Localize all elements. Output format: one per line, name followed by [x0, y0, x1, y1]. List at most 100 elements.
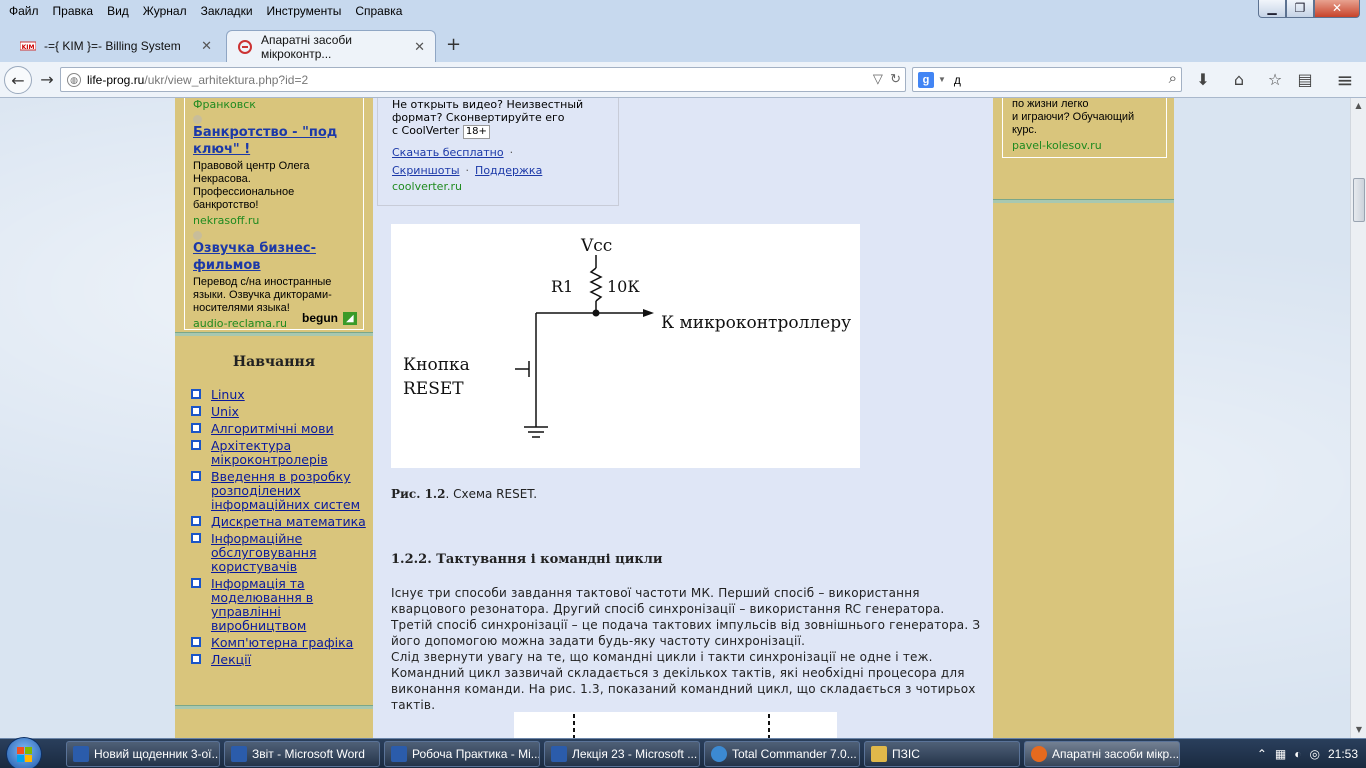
command-cycle-figure — [514, 712, 837, 738]
sidebar-link[interactable]: Комп'ютерна графіка — [211, 635, 353, 650]
download-link[interactable]: Скачать бесплатно — [392, 146, 504, 159]
tab-close-icon[interactable]: ✕ — [414, 39, 425, 55]
taskbar-item[interactable]: Новий щоденник 3-ої... — [66, 741, 220, 767]
download-icon[interactable]: ⬇ — [1191, 68, 1215, 92]
menu-hamburger-icon[interactable]: ≡ — [1333, 68, 1357, 92]
divider — [175, 332, 373, 336]
ad-host[interactable]: pavel-kolesov.ru — [1012, 139, 1157, 152]
taskbar-item[interactable]: Звіт - Microsoft Word — [224, 741, 380, 767]
bullet-square-icon — [191, 533, 201, 543]
ad-host[interactable]: coolverter.ru — [392, 180, 604, 193]
bookmark-star-icon[interactable]: ☆ — [1263, 68, 1287, 92]
taskbar-label: Новий щоденник 3-ої... — [94, 747, 220, 761]
taskbar-label: Лекція 23 - Microsoft ... — [572, 747, 698, 761]
search-icon[interactable]: ⌕ — [1169, 70, 1177, 87]
search-value: д — [953, 72, 961, 87]
sidebar-item-mcu-architecture: Архітектура мікроконтролерів — [191, 439, 371, 467]
taskbar-label: Робоча Практика - Mi... — [412, 747, 540, 761]
start-button[interactable] — [6, 737, 42, 768]
restore-icon[interactable]: ❐ — [1286, 0, 1314, 18]
ad-description: Перевод с/на иностранные языки. Озвучка … — [193, 276, 332, 314]
begun-logo-icon: ◢ — [343, 311, 357, 325]
screenshots-link[interactable]: Скриншоты — [392, 164, 460, 177]
word-icon — [391, 746, 407, 762]
sidebar-link[interactable]: Алгоритмічні мови — [211, 421, 334, 436]
sidebar-heading: Навчання — [232, 354, 316, 370]
sidebar-link[interactable]: Архітектура мікроконтролерів — [211, 438, 328, 467]
ad-line: по жизни легко — [1012, 98, 1089, 110]
forward-arrow-icon[interactable]: → — [33, 66, 61, 94]
clock[interactable]: 21:53 — [1328, 747, 1358, 761]
taskbar-item-active[interactable]: Апаратні засоби мікр... — [1024, 741, 1180, 767]
scroll-down-icon[interactable]: ▼ — [1351, 722, 1366, 738]
taskbar-item[interactable]: Робоча Практика - Mi... — [384, 741, 540, 767]
globe-icon: ◍ — [67, 72, 81, 87]
menu-file[interactable]: Файл — [8, 4, 40, 18]
system-tray: ⌃ ▦ ◐ ◎ 21:53 — [1257, 739, 1366, 768]
begun-logo[interactable]: begun ◢ — [302, 311, 357, 325]
sidebar-item-info-modeling: Інформація та моделювання в управлінні в… — [191, 577, 371, 633]
tab-billing[interactable]: KIM -={ KIM }=- Billing System ✕ — [10, 30, 222, 62]
scroll-thumb[interactable] — [1353, 178, 1365, 222]
windows-taskbar: Новий щоденник 3-ої... Звіт - Microsoft … — [0, 737, 1366, 768]
paragraph-1: Існує три способи завдання тактової част… — [391, 586, 981, 648]
bookmarks-list-icon[interactable]: ▤ — [1293, 68, 1317, 92]
google-icon[interactable]: g — [918, 71, 934, 88]
r1-label: R1 — [551, 277, 573, 296]
tray-expand-icon[interactable]: ⌃ — [1257, 747, 1267, 761]
sidebar-link[interactable]: Інформація та моделювання в управлінні в… — [211, 576, 313, 633]
taskbar-item[interactable]: ПЗІС — [864, 741, 1020, 767]
ad-line-text: с CoolVerter — [392, 124, 460, 137]
sidebar-link[interactable]: Лекції — [211, 652, 251, 667]
tab-active-page[interactable]: Апаратні засоби мікроконтр... ✕ — [226, 30, 436, 62]
chevron-down-icon[interactable]: ▼ — [938, 75, 946, 84]
reset-schematic-figure: Vcc R1 10К К микроконтроллеру Кнопка RES… — [391, 224, 860, 468]
vertical-scrollbar[interactable]: ▲ ▼ — [1350, 98, 1366, 738]
ad-host[interactable]: Франковск — [193, 98, 355, 111]
volume-icon[interactable]: ◐ — [1294, 747, 1301, 761]
sidebar-item-algorithmic-languages: Алгоритмічні мови — [191, 422, 371, 436]
firefox-icon — [1031, 746, 1047, 762]
sidebar-link[interactable]: Інформаційне обслуговування користувачів — [211, 531, 317, 574]
sidebar-link[interactable]: Дискретна математика — [211, 514, 366, 529]
support-link[interactable]: Поддержка — [475, 164, 542, 177]
info-icon[interactable] — [193, 231, 202, 240]
network-icon[interactable]: ▦ — [1275, 747, 1286, 761]
menu-tools[interactable]: Инструменты — [266, 4, 343, 18]
sidebar-nav-list: Linux Unix Алгоритмічні мови Архітектура… — [191, 388, 371, 670]
close-window-icon[interactable]: ✕ — [1314, 0, 1360, 18]
scroll-up-icon[interactable]: ▲ — [1351, 98, 1366, 114]
new-tab-icon[interactable]: + — [446, 34, 461, 55]
taskbar-item[interactable]: Total Commander 7.0... — [704, 741, 860, 767]
ad-host[interactable]: nekrasoff.ru — [193, 214, 355, 227]
menu-help[interactable]: Справка — [354, 4, 403, 18]
url-input[interactable]: ◍ life-prog.ru/ukr/view_arhitektura.php?… — [60, 67, 906, 92]
reload-icon[interactable]: ▽ ↻ — [873, 71, 901, 87]
back-arrow-icon[interactable]: ← — [4, 66, 32, 94]
menu-bookmarks[interactable]: Закладки — [200, 4, 254, 18]
figure-caption: Рис. 1.2. Схема RESET. — [391, 487, 537, 501]
main-content: Не открыть видео? Неизвестный формат? Ск… — [373, 98, 993, 738]
svg-text:KIM: KIM — [22, 44, 35, 51]
caption-text: . Схема RESET. — [445, 487, 538, 501]
section-heading: 1.2.2. Тактування і командні цикли — [391, 552, 663, 567]
minimize-icon[interactable]: ▁ — [1258, 0, 1286, 18]
menu-edit[interactable]: Правка — [52, 4, 95, 18]
sidebar-link[interactable]: Введення в розробку розподілених інформа… — [211, 469, 360, 512]
menu-history[interactable]: Журнал — [142, 4, 188, 18]
home-icon[interactable]: ⌂ — [1227, 68, 1251, 92]
menu-view[interactable]: Вид — [106, 4, 130, 18]
search-input[interactable]: g ▼ д ⌕ — [912, 67, 1182, 92]
info-icon[interactable] — [193, 115, 202, 124]
ad-title-link[interactable]: Озвучка бизнес-фильмов — [193, 240, 355, 274]
sidebar-link[interactable]: Unix — [211, 404, 239, 419]
url-path: /ukr/view_arhitektura.php?id=2 — [144, 72, 309, 87]
taskbar-item[interactable]: Лекція 23 - Microsoft ... — [544, 741, 700, 767]
tab-close-icon[interactable]: ✕ — [201, 38, 212, 54]
ad-title-link[interactable]: Банкротство - "под ключ" ! — [193, 124, 355, 158]
skype-icon[interactable]: ◎ — [1309, 747, 1319, 761]
navigation-bar: ← → ◍ life-prog.ru/ukr/view_arhitektura.… — [0, 62, 1366, 98]
menu-bar: Файл Правка Вид Журнал Закладки Инструме… — [0, 0, 1366, 22]
sidebar-link[interactable]: Linux — [211, 387, 245, 402]
ad-description: Правовой центр Олега Некрасова. Професси… — [193, 160, 310, 211]
